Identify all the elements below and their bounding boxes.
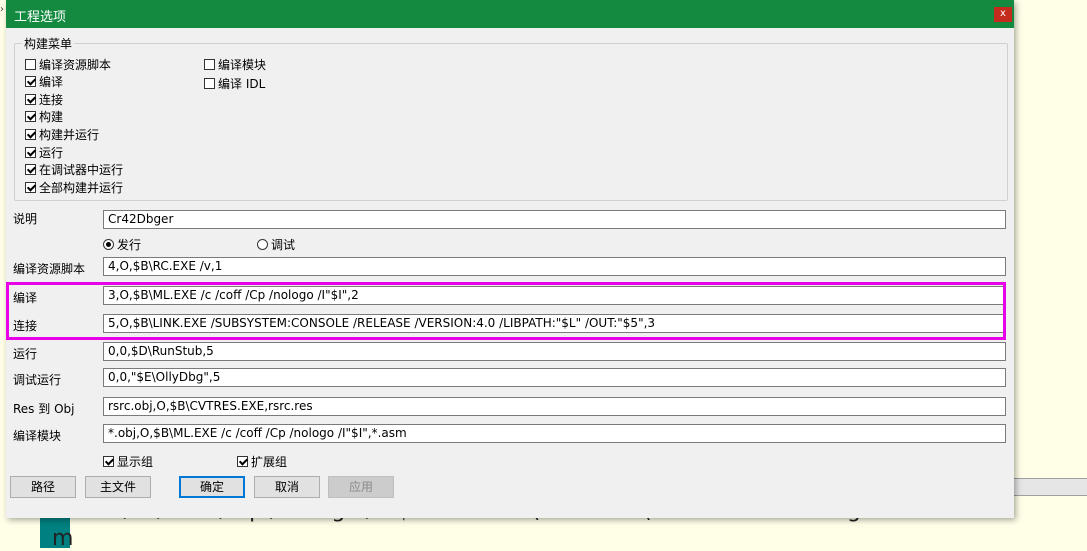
build-menu-checkbox-label: 编译 IDL [218, 76, 266, 91]
build-menu-checkbox[interactable]: 连接 [25, 91, 63, 107]
res-to-obj-field[interactable]: rsrc.obj,O,$B\CVTRES.EXE,rsrc.res [103, 397, 1006, 416]
build-menu-checkbox[interactable]: 编译资源脚本 [25, 56, 111, 72]
release-radio-label: 发行 [117, 237, 142, 252]
build-menu-checkbox[interactable]: 构建并运行 [25, 126, 99, 142]
checkbox-indicator [25, 146, 36, 158]
checkbox-indicator [25, 164, 36, 176]
build-menu-checkbox[interactable]: 全部构建并运行 [25, 179, 123, 195]
checkbox-indicator [25, 111, 36, 123]
cancel-button[interactable]: 取消 [254, 476, 320, 498]
debug-radio-label: 调试 [271, 237, 296, 252]
build-menu-checkbox[interactable]: 编译模块 [204, 56, 266, 72]
build-menu-checkbox[interactable]: 编译 [25, 74, 63, 90]
debug-radio-indicator [257, 238, 268, 250]
build-menu-checkbox-label: 构建并运行 [39, 127, 100, 142]
debug-run-label: 调试运行 [13, 373, 62, 387]
checkbox-indicator [204, 58, 215, 70]
main-file-button[interactable]: 主文件 [85, 476, 151, 498]
ok-button[interactable]: 确定 [179, 476, 245, 498]
compile-resource-field[interactable]: 4,O,$B\RC.EXE /v,1 [103, 257, 1006, 276]
highlight-box [6, 282, 1006, 340]
build-menu-checkbox-label: 编译资源脚本 [39, 57, 112, 72]
build-menu-checkbox-label: 编译 [39, 75, 64, 90]
checkbox-indicator [25, 58, 36, 70]
build-menu-checkbox-label: 运行 [39, 145, 64, 160]
build-menu-group [14, 43, 1008, 201]
show-group-label: 显示组 [117, 454, 154, 469]
build-menu-checkbox[interactable]: 构建 [25, 109, 63, 125]
res-to-obj-label: Res 到 Obj [13, 402, 75, 416]
debug-run-field[interactable]: 0,0,"$E\OllyDbg",5 [103, 368, 1006, 387]
show-group-check-indicator [103, 455, 114, 467]
build-menu-checkbox-label: 在调试器中运行 [39, 163, 124, 178]
path-button[interactable]: 路径 [10, 476, 76, 498]
checkbox-indicator [25, 181, 36, 193]
run-label: 运行 [13, 347, 38, 361]
close-button[interactable]: x [994, 7, 1012, 22]
debug-radio[interactable]: 调试 [257, 236, 295, 252]
dialog-title: 工程选项 [14, 10, 67, 25]
release-radio[interactable]: 发行 [103, 236, 141, 252]
checkbox-indicator [25, 76, 36, 88]
checkbox-indicator [204, 77, 215, 89]
show-group-checkbox[interactable]: 显示组 [103, 453, 153, 469]
apply-button: 应用 [328, 476, 394, 498]
background-scrollbar [1014, 478, 1087, 496]
project-options-dialog: 工程选项 x 构建菜单 编译资源脚本 编译 连接 构建 构建并运行 运行 在调试器中运行 全部… [6, 0, 1014, 518]
expand-group-checkbox[interactable]: 扩展组 [237, 453, 287, 469]
run-field[interactable]: 0,0,$D\RunStub,5 [103, 342, 1006, 361]
release-radio-indicator [103, 238, 114, 250]
compile-resource-label: 编译资源脚本 [13, 262, 86, 276]
build-menu-checkbox-label: 编译模块 [218, 57, 267, 72]
checkbox-indicator [25, 93, 36, 105]
compile-module-field[interactable]: *.obj,O,$B\ML.EXE /c /coff /Cp /nologo /… [103, 424, 1006, 443]
background-editor-text-2: m [52, 526, 74, 551]
title-bar[interactable]: 工程选项 x [6, 0, 1014, 28]
build-menu-legend: 构建菜单 [22, 35, 75, 52]
build-menu-checkbox-label: 构建 [39, 110, 64, 125]
background-fragment: › [0, 4, 4, 15]
build-menu-checkbox[interactable]: 编译 IDL [204, 75, 265, 91]
build-menu-checkbox[interactable]: 在调试器中运行 [25, 162, 123, 178]
build-menu-checkbox-label: 全部构建并运行 [39, 180, 124, 195]
compile-module-label: 编译模块 [13, 429, 62, 443]
description-field[interactable]: Cr42Dbger [103, 210, 1006, 229]
description-label: 说明 [13, 212, 38, 226]
build-menu-checkbox[interactable]: 运行 [25, 144, 63, 160]
expand-group-check-indicator [237, 455, 248, 467]
checkbox-indicator [25, 128, 36, 140]
build-menu-checkbox-label: 连接 [39, 92, 64, 107]
expand-group-label: 扩展组 [251, 454, 288, 469]
